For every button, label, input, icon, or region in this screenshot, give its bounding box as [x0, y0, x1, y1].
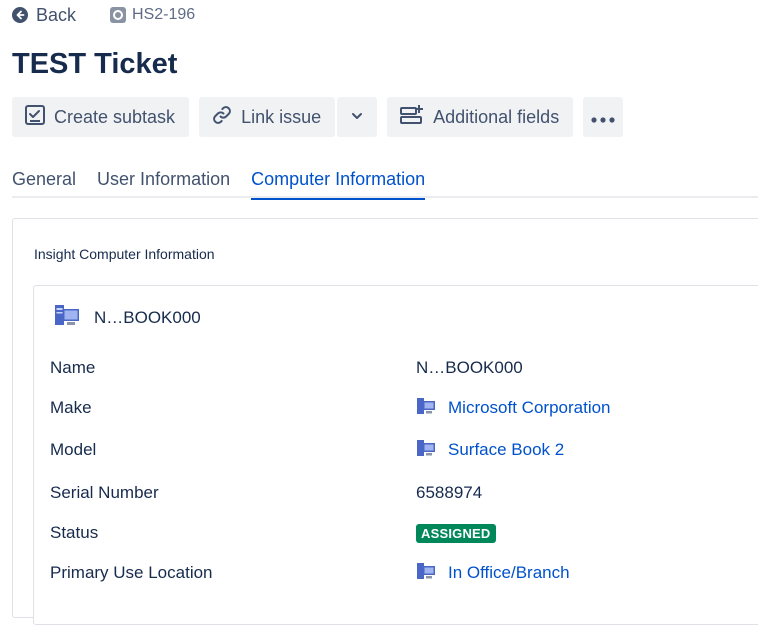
attribute-label: Status — [50, 523, 99, 542]
back-label: Back — [36, 4, 77, 25]
issue-tabs: General User Information Computer Inform… — [12, 166, 758, 200]
tab-general[interactable]: General — [12, 166, 76, 198]
link-issue-label: Link issue — [241, 106, 322, 127]
issue-toolbar: Create subtask Link issue Additional fie… — [12, 97, 624, 137]
additional-fields-button[interactable]: Additional fields — [387, 97, 574, 137]
model-link[interactable]: Surface Book 2 — [416, 438, 564, 463]
model-value: Surface Book 2 — [448, 440, 565, 459]
make-value: Microsoft Corporation — [448, 398, 611, 417]
link-issue-button[interactable]: Link issue — [199, 97, 336, 137]
attribute-value: ASSIGNED — [416, 523, 496, 543]
object-header: N…BOOK000 — [54, 302, 201, 333]
attribute-label: Name — [50, 358, 96, 377]
issue-type-icon — [110, 7, 127, 23]
insight-panel: Insight Computer Information N…BOOK000 N… — [12, 218, 758, 625]
make-link[interactable]: Microsoft Corporation — [416, 396, 611, 421]
section-title: Insight Computer Information — [34, 246, 215, 262]
create-subtask-label: Create subtask — [54, 106, 176, 127]
attribute-label: Model — [50, 440, 97, 459]
top-bar: Back HS2-196 — [12, 4, 195, 26]
link-icon — [211, 104, 233, 131]
location-link[interactable]: In Office/Branch — [416, 561, 570, 586]
insight-object-card: N…BOOK000 Name N…BOOK000 Make Microsoft … — [33, 285, 758, 625]
attribute-label: Make — [50, 398, 92, 417]
issue-key-breadcrumb[interactable]: HS2-196 — [110, 6, 195, 24]
object-name[interactable]: N…BOOK000 — [94, 308, 201, 328]
page-title: TEST Ticket — [12, 48, 178, 80]
subtask-icon — [24, 104, 46, 131]
more-icon — [591, 107, 615, 128]
attribute-value: N…BOOK000 — [416, 358, 523, 378]
attribute-row-model: Model Surface Book 2 — [50, 437, 750, 463]
back-link[interactable]: Back — [12, 5, 76, 26]
tab-user-information[interactable]: User Information — [97, 166, 230, 198]
attribute-label: Serial Number — [50, 483, 159, 502]
tab-computer-information[interactable]: Computer Information — [251, 166, 426, 200]
create-subtask-button[interactable]: Create subtask — [12, 97, 190, 137]
status-badge: ASSIGNED — [416, 523, 496, 543]
chevron-down-icon — [350, 107, 364, 128]
attribute-row-make: Make Microsoft Corporation — [50, 395, 750, 421]
computer-object-icon — [416, 438, 436, 463]
add-field-icon — [399, 104, 425, 131]
location-value: In Office/Branch — [448, 563, 570, 582]
attribute-row-status: Status ASSIGNED — [50, 520, 750, 546]
more-actions-button[interactable] — [583, 97, 624, 137]
arrow-left-icon — [12, 7, 28, 23]
attribute-row-name: Name N…BOOK000 — [50, 355, 750, 381]
attribute-label: Primary Use Location — [50, 563, 213, 582]
attribute-row-serial-number: Serial Number 6588974 — [50, 480, 750, 506]
name-value: N…BOOK000 — [416, 358, 523, 377]
additional-fields-label: Additional fields — [433, 106, 560, 127]
link-issue-group: Link issue — [199, 97, 378, 137]
serial-number-value: 6588974 — [416, 483, 483, 502]
attribute-value: 6588974 — [416, 483, 482, 503]
issue-key-label: HS2-196 — [132, 6, 196, 23]
computer-object-icon — [416, 396, 436, 421]
attribute-row-primary-use-location: Primary Use Location In Office/Branch — [50, 560, 750, 586]
link-issue-dropdown-button[interactable] — [337, 97, 378, 137]
computer-object-icon — [416, 561, 436, 586]
computer-object-icon — [54, 302, 80, 333]
